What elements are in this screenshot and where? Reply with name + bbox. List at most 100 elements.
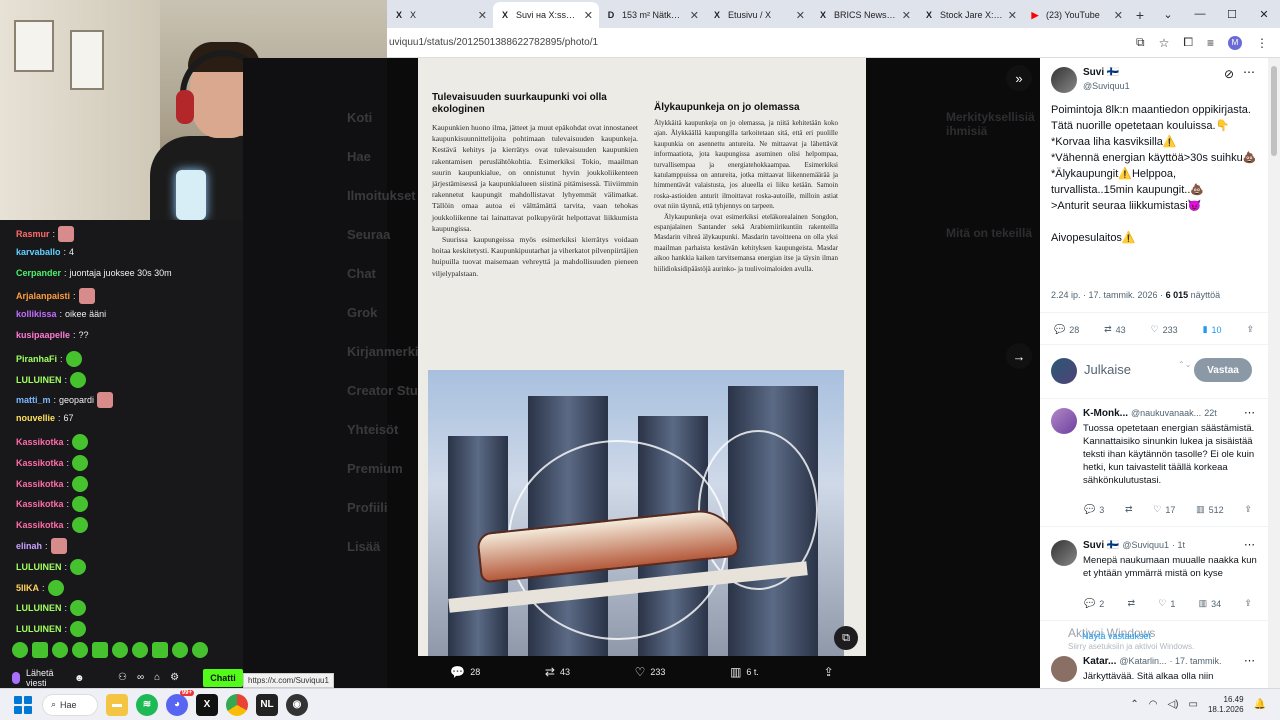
chat-username[interactable]: nouvellie — [16, 413, 55, 423]
reply-stat[interactable]: 💬 2 — [1084, 598, 1104, 609]
browser-tab[interactable]: D 153 m² Nätkelm ✕ — [599, 2, 705, 28]
close-window-button[interactable]: ✕ — [1248, 0, 1280, 28]
reply-author-name[interactable]: Katar... — [1083, 656, 1116, 667]
tab-close-icon[interactable]: ✕ — [478, 9, 487, 22]
photo-alt-icon[interactable]: ⧉ — [834, 626, 858, 650]
views-stat[interactable]: ▥ 34 — [1199, 598, 1222, 609]
bookmark-star-icon[interactable]: ☆ — [1159, 36, 1170, 50]
reply-author-handle[interactable]: @Suviquu1 — [1122, 540, 1169, 551]
mic-icon[interactable] — [12, 672, 20, 684]
reply-more-icon[interactable]: ⋯ — [1244, 406, 1255, 419]
browser-tab[interactable]: X Stock Jare X:ssä ✕ — [917, 2, 1023, 28]
url-field[interactable]: uviquu1/status/2012501388622782895/photo… — [387, 37, 1136, 48]
share-stat[interactable]: ⇪ — [1246, 324, 1254, 335]
chat-username[interactable]: Kassikotka — [16, 437, 64, 447]
chat-username[interactable]: kollikissa — [16, 309, 57, 319]
browser-menu-icon[interactable]: ⋮ — [1256, 36, 1268, 50]
reply-stat[interactable]: 💬 3 — [1084, 504, 1104, 515]
chat-username[interactable]: matti_m — [16, 395, 51, 405]
like-stat[interactable]: ♡ 233 — [1151, 324, 1178, 335]
media-control-icon[interactable]: ≡ — [1207, 36, 1214, 50]
reply-input[interactable]: Julkaise — [1084, 362, 1131, 377]
browser-tab[interactable]: X X ✕ — [387, 2, 493, 28]
reply-author-handle[interactable]: @Katarlin... — [1119, 656, 1166, 667]
spotify-icon[interactable]: ≋ — [136, 693, 158, 716]
reply-time[interactable]: 22t — [1204, 408, 1217, 419]
emote-suggestion-icon[interactable] — [112, 642, 128, 658]
browser-tab[interactable]: X BRICS News X:ss ✕ — [811, 2, 917, 28]
chat-username[interactable]: Kassikotka — [16, 458, 64, 468]
share-action[interactable]: ⇪ — [824, 665, 834, 679]
store-icon[interactable]: ⌂ — [154, 672, 160, 683]
bookmark-stat[interactable]: ▮ 10 — [1203, 324, 1222, 335]
notifications-icon[interactable]: 🔔 — [1254, 699, 1266, 710]
reply-avatar[interactable] — [1051, 408, 1077, 434]
chat-username[interactable]: Kassikotka — [16, 479, 64, 489]
reply-action[interactable]: 💬 28 — [450, 665, 480, 679]
taskbar-search[interactable]: ⌕ Hae — [42, 693, 98, 716]
tab-close-icon[interactable]: ✕ — [1114, 9, 1123, 22]
reply-author-name[interactable]: K-Monk... — [1083, 408, 1128, 419]
tab-close-icon[interactable]: ✕ — [690, 9, 699, 22]
nl-app-icon[interactable]: NL — [256, 693, 278, 716]
tray-chevron-icon[interactable]: ⌃ — [1130, 699, 1138, 710]
author-name[interactable]: Suvi 🇫🇮 — [1083, 67, 1119, 78]
reply-time[interactable]: · 1t — [1172, 540, 1185, 551]
new-tab-button[interactable]: + — [1129, 2, 1151, 28]
chat-send-button[interactable]: Chatti — [203, 669, 243, 687]
reply-more-icon[interactable]: ⋯ — [1244, 538, 1255, 551]
chat-username[interactable]: PiranhaFi — [16, 354, 57, 364]
emote-suggestion-icon[interactable] — [172, 642, 188, 658]
maximize-button[interactable]: ☐ — [1216, 0, 1248, 28]
emote-suggestion-icon[interactable] — [32, 642, 48, 658]
views-stat[interactable]: ▥ 512 — [1196, 504, 1224, 515]
reply-submit-button[interactable]: Vastaa — [1194, 358, 1252, 382]
settings-gear-icon[interactable]: ⚙ — [170, 672, 179, 683]
chat-username[interactable]: Cerpander — [16, 268, 61, 278]
reply-avatar[interactable] — [1051, 656, 1077, 682]
emote-suggestion-icon[interactable] — [192, 642, 208, 658]
browser-tab[interactable]: X Suvi на X:ssä: "Po ✕ — [493, 2, 599, 28]
reply-time[interactable]: · 17. tammik. — [1170, 656, 1222, 667]
share-stat[interactable]: ⇪ — [1244, 598, 1252, 609]
clock[interactable]: 16.49 18.1.2026 — [1208, 695, 1244, 715]
tweet-timestamp[interactable]: 2.24 ip. · 17. tammik. 2026 · — [1051, 290, 1166, 300]
like-stat[interactable]: ♡ 1 — [1158, 598, 1175, 609]
emoji-icon[interactable]: ☻ — [74, 673, 85, 684]
wifi-icon[interactable]: ◠ — [1149, 699, 1158, 710]
reply-more-icon[interactable]: ⋯ — [1244, 654, 1255, 667]
tweet-photo[interactable]: Tulevaisuuden suurkaupunki voi olla ekol… — [418, 58, 866, 656]
emote-suggestion-icon[interactable] — [152, 642, 168, 658]
chat-username[interactable]: Kassikotka — [16, 520, 64, 530]
tab-close-icon[interactable]: ✕ — [796, 9, 805, 22]
reply-stat[interactable]: 💬 28 — [1054, 324, 1079, 335]
install-app-icon[interactable]: ⧉ — [1136, 35, 1145, 50]
chat-username[interactable]: elinah — [16, 541, 42, 551]
infinity-icon[interactable]: ∞ — [137, 672, 144, 683]
minimize-button[interactable]: — — [1184, 0, 1216, 28]
next-photo-arrow-icon[interactable]: → — [1006, 343, 1032, 369]
volume-icon[interactable]: ◁) — [1167, 699, 1178, 710]
chat-username[interactable]: LULUINEN — [16, 562, 62, 572]
like-stat[interactable]: ♡ 17 — [1153, 504, 1175, 515]
x-app-icon[interactable]: X — [196, 693, 218, 716]
chat-username[interactable]: 5IIKA — [16, 583, 39, 593]
chat-username[interactable]: karvaballo — [16, 247, 61, 257]
chat-input[interactable]: Lähetä viesti ☻ — [12, 668, 102, 688]
chat-username[interactable]: Arjalanpaisti — [16, 291, 70, 301]
obs-icon[interactable]: ◉ — [286, 693, 308, 716]
like-action[interactable]: ♡ 233 — [635, 665, 666, 679]
author-handle[interactable]: @Suviquu1 — [1083, 81, 1130, 91]
collapse-panel-icon[interactable]: » — [1006, 65, 1032, 91]
emote-suggestion-icon[interactable] — [52, 642, 68, 658]
browser-tab[interactable]: ▶ (23) YouTube ✕ — [1023, 2, 1129, 28]
chat-username[interactable]: Rasmur — [16, 229, 50, 239]
author-avatar[interactable] — [1051, 67, 1077, 93]
emote-suggestion-icon[interactable] — [12, 642, 28, 658]
show-replies-link[interactable]: Näytä vastaukset — [1082, 631, 1151, 641]
repost-stat[interactable]: ⇄ — [1125, 504, 1133, 515]
discord-icon[interactable]: ◕ 99+ — [166, 689, 194, 716]
tab-close-icon[interactable]: ✕ — [1008, 9, 1017, 22]
views-action[interactable]: ▥ 6 t. — [730, 665, 759, 679]
chrome-icon[interactable] — [226, 693, 248, 716]
